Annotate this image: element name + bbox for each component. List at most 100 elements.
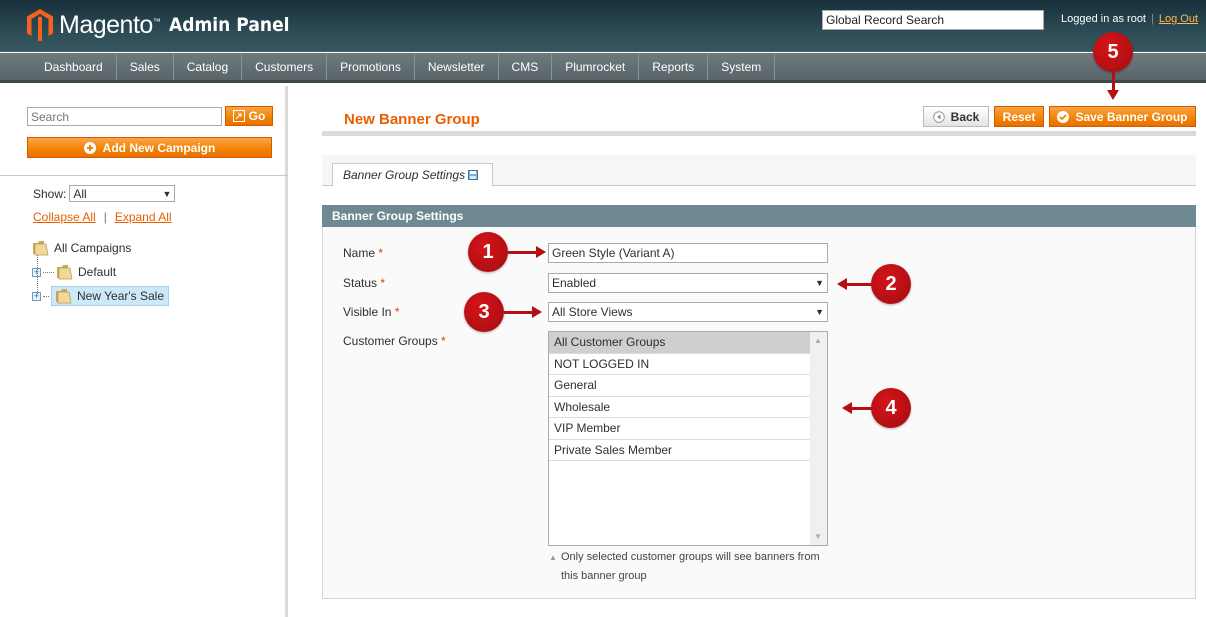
page-title: New Banner Group <box>344 111 480 128</box>
nav-cms[interactable]: CMS <box>499 53 553 80</box>
callout-3: 3 <box>464 292 504 332</box>
tree-node-default[interactable]: + Default <box>32 260 169 284</box>
nav-newsletter[interactable]: Newsletter <box>415 53 499 80</box>
nav-customers[interactable]: Customers <box>242 53 328 80</box>
back-button[interactable]: Back <box>923 106 989 127</box>
collapse-all-link[interactable]: Collapse All <box>33 210 96 224</box>
nav-sales[interactable]: Sales <box>117 53 174 80</box>
expand-all-link[interactable]: Expand All <box>115 210 172 224</box>
tree-node-new-years-sale[interactable]: + New Year's Sale <box>32 284 170 308</box>
tree-connector <box>37 254 38 294</box>
scroll-down-icon[interactable]: ▼ <box>814 532 822 541</box>
customer-group-option[interactable]: Wholesale <box>549 397 811 418</box>
customer-groups-note: ▲ Only selected customer groups will see… <box>549 548 829 586</box>
callout-1: 1 <box>468 232 508 272</box>
callout-arrow <box>837 278 872 290</box>
reset-label: Reset <box>1002 109 1036 124</box>
magento-logo[interactable]: Magento ™ Admin Panel <box>27 9 303 41</box>
callout-5: 5 <box>1093 32 1133 72</box>
nav-dashboard[interactable]: Dashboard <box>31 53 117 80</box>
plus-circle-icon <box>83 141 96 154</box>
customer-group-option[interactable]: Private Sales Member <box>549 440 811 461</box>
customer-group-option[interactable]: All Customer Groups <box>549 332 811 354</box>
callout-2: 2 <box>871 264 911 304</box>
save-banner-group-button[interactable]: Save Banner Group <box>1049 106 1196 127</box>
folder-icon <box>33 241 49 256</box>
selected-node[interactable]: New Year's Sale <box>51 286 170 306</box>
show-value: All <box>73 186 87 201</box>
back-arrow-icon <box>932 110 945 123</box>
callout-4: 4 <box>871 388 911 428</box>
nav-system[interactable]: System <box>708 53 776 80</box>
folder-icon <box>56 289 72 304</box>
label-text: Name <box>343 246 376 260</box>
customer-group-option[interactable]: VIP Member <box>549 418 811 440</box>
tab-banner-group-settings[interactable]: Banner Group Settings <box>332 163 494 187</box>
separator: | <box>1151 13 1154 25</box>
back-label: Back <box>950 109 980 124</box>
scroll-up-icon[interactable]: ▲ <box>814 336 822 345</box>
label-text: Status <box>343 276 378 290</box>
status-value: Enabled <box>552 276 597 290</box>
nav-plumrocket[interactable]: Plumrocket <box>552 53 640 80</box>
reset-button[interactable]: Reset <box>994 106 1044 127</box>
customer-group-option[interactable]: General <box>549 375 811 397</box>
callout-arrow <box>842 402 872 414</box>
logout-link[interactable]: Log Out <box>1159 13 1198 25</box>
label-text: Customer Groups <box>343 334 438 348</box>
nav-promotions[interactable]: Promotions <box>327 53 415 80</box>
global-record-search-input[interactable] <box>822 10 1044 30</box>
tree-connector <box>43 271 54 273</box>
tree-node-label: New Year's Sale <box>77 289 165 303</box>
go-icon <box>232 110 245 122</box>
add-new-campaign-button[interactable]: Add New Campaign <box>27 137 272 158</box>
magento-logo-icon <box>27 9 53 41</box>
required-mark: * <box>441 334 446 348</box>
separator: | <box>103 210 107 224</box>
logo-tm: ™ <box>152 17 161 26</box>
title-divider <box>322 131 1196 136</box>
fieldset-header: Banner Group Settings <box>322 205 1196 227</box>
name-label: Name * <box>343 246 383 260</box>
status-select[interactable]: Enabled ▼ <box>548 273 828 293</box>
campaign-search-input[interactable] <box>27 107 222 126</box>
label-text: Visible In <box>343 305 392 319</box>
visible-in-value: All Store Views <box>552 305 633 319</box>
callout-arrow <box>1107 70 1119 100</box>
tabs-bar: Banner Group Settings <box>322 155 1196 187</box>
go-button[interactable]: Go <box>225 106 273 126</box>
nav-reports[interactable]: Reports <box>639 53 709 80</box>
required-mark: * <box>380 276 386 290</box>
nav-catalog[interactable]: Catalog <box>174 53 243 80</box>
logo-subtitle: Admin Panel <box>168 14 290 36</box>
scrollbar[interactable]: ▲ ▼ <box>810 332 827 545</box>
folder-icon <box>57 265 73 280</box>
name-input[interactable]: Green Style (Variant A) <box>548 243 828 263</box>
callout-arrow <box>508 246 546 258</box>
chevron-down-icon: ▼ <box>815 278 824 288</box>
callout-arrow <box>504 306 542 318</box>
customer-group-option[interactable]: NOT LOGGED IN <box>549 354 811 375</box>
check-circle-icon <box>1057 110 1070 123</box>
chevron-down-icon: ▼ <box>815 307 824 317</box>
login-info: Logged in as root | Log Out <box>1061 13 1198 25</box>
save-disk-icon <box>468 170 479 180</box>
status-label: Status * <box>343 276 385 290</box>
add-new-campaign-label: Add New Campaign <box>102 140 216 155</box>
sidebar: Go Add New Campaign Show: All ▼ Collapse… <box>0 86 288 617</box>
show-select[interactable]: All ▼ <box>69 185 176 202</box>
sidebar-divider <box>0 175 288 176</box>
tree-node-label: All Campaigns <box>54 241 132 255</box>
visible-in-select[interactable]: All Store Views ▼ <box>548 302 828 322</box>
tree-controls: Collapse All | Expand All <box>33 210 172 224</box>
required-mark: * <box>378 246 384 260</box>
chevron-down-icon: ▼ <box>162 188 172 199</box>
show-label: Show: <box>33 186 67 201</box>
save-label: Save Banner Group <box>1075 109 1188 124</box>
campaign-tree: All Campaigns + Default + New Year's Sal… <box>32 236 170 308</box>
logo-text: Magento <box>59 10 153 39</box>
logged-in-text: Logged in as root <box>1060 13 1146 25</box>
customer-groups-label: Customer Groups * <box>343 334 446 348</box>
tree-node-root[interactable]: All Campaigns <box>32 236 169 260</box>
customer-groups-multiselect[interactable]: All Customer Groups NOT LOGGED IN Genera… <box>548 331 828 546</box>
